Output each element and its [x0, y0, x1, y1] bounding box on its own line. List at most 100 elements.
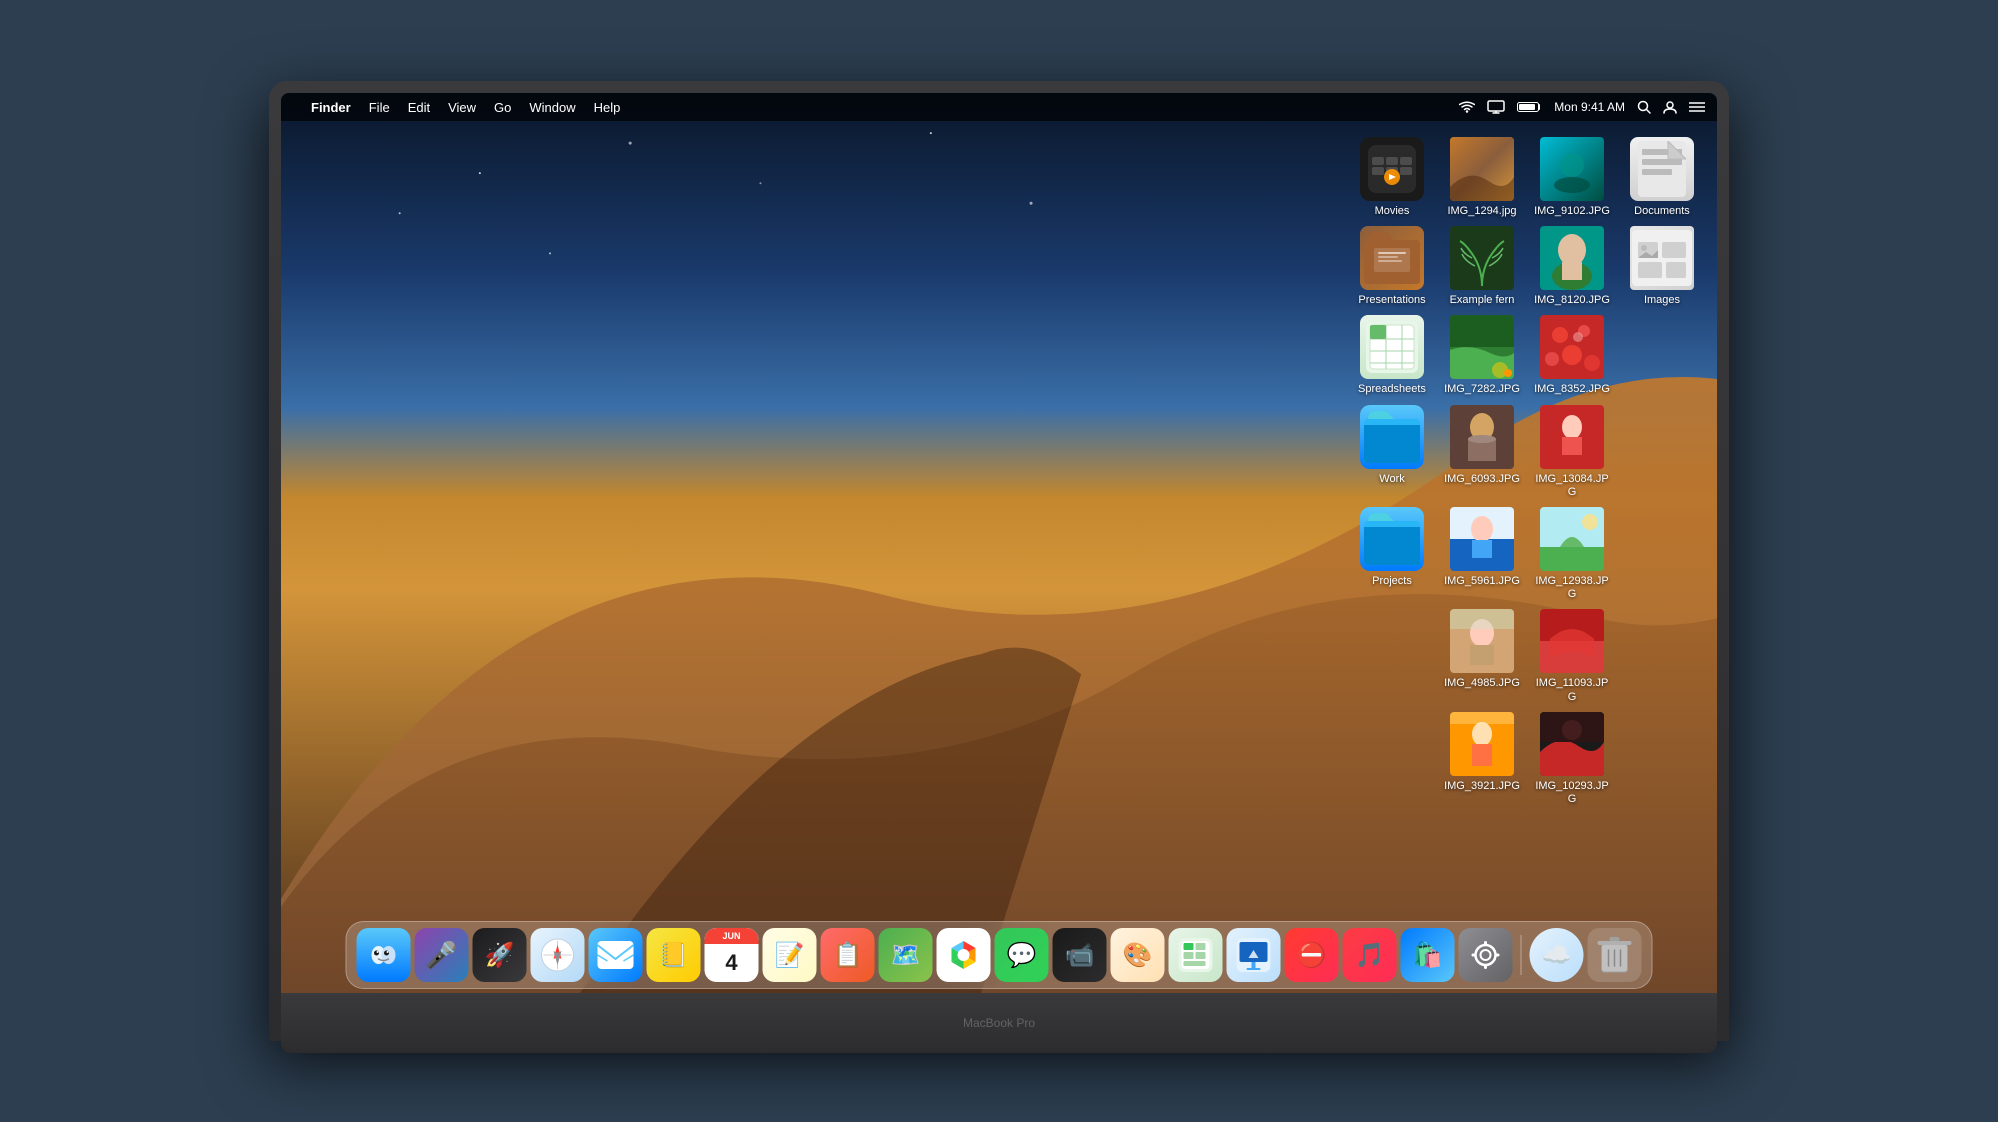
dock-item-taskheat[interactable]: 📋 [821, 928, 875, 982]
dock-item-icloud[interactable]: ☁️ [1530, 928, 1584, 982]
keynote-icon [1237, 938, 1271, 972]
search-icon[interactable] [1637, 100, 1651, 114]
dock-item-siri[interactable]: 🎤 [415, 928, 469, 982]
desktop-icon-spreadsheets[interactable]: Spreadsheets [1347, 311, 1437, 400]
menubar-right: Mon 9:41 AM [1459, 100, 1705, 114]
movies-folder-icon [1368, 145, 1416, 193]
desktop-icon-img7282[interactable]: IMG_7282.JPG [1437, 311, 1527, 400]
desktop-icon-img12938[interactable]: IMG_12938.JPG [1527, 503, 1617, 605]
dock-item-donotdisturb[interactable]: ⛔ [1285, 928, 1339, 982]
img1294-label: IMG_1294.jpg [1447, 205, 1516, 218]
projects-label: Projects [1372, 575, 1412, 588]
desktop[interactable]: Finder File Edit View Go Window Help [281, 93, 1717, 993]
menu-help[interactable]: Help [594, 100, 621, 115]
menu-window[interactable]: Window [529, 100, 575, 115]
img6093-label: IMG_6093.JPG [1444, 473, 1520, 486]
dock-item-calendar[interactable]: JUN 4 [705, 928, 759, 982]
img9102-label: IMG_9102.JPG [1534, 205, 1610, 218]
dock-item-stickies[interactable]: 📝 [763, 928, 817, 982]
desktop-icon-img4985[interactable]: IMG_4985.JPG [1437, 605, 1527, 707]
dock-item-appstore[interactable]: 🛍️ [1401, 928, 1455, 982]
desktop-icon-work[interactable]: Work [1347, 401, 1437, 503]
dock-item-safari[interactable] [531, 928, 585, 982]
img10293-thumbnail [1540, 712, 1604, 776]
dock-item-maps[interactable]: 🗺️ [879, 928, 933, 982]
user-icon[interactable] [1663, 100, 1677, 114]
desktop-icon-img6093[interactable]: IMG_6093.JPG [1437, 401, 1527, 503]
desktop-icon-documents[interactable]: Documents [1617, 133, 1707, 222]
documents-folder-icon [1638, 141, 1686, 197]
img6093-thumbnail [1450, 405, 1514, 469]
img9102-thumbnail [1540, 137, 1604, 201]
music-icon: 🎵 [1355, 941, 1385, 970]
desktop-icon-images[interactable]: Images [1617, 222, 1707, 311]
appstore-icon: 🛍️ [1413, 941, 1443, 970]
desktop-icon-img8352[interactable]: IMG_8352.JPG [1527, 311, 1617, 400]
spreadsheets-label: Spreadsheets [1358, 383, 1426, 396]
img8120-thumbnail [1540, 226, 1604, 290]
img8352-label: IMG_8352.JPG [1534, 383, 1610, 396]
img1294-thumbnail [1450, 137, 1514, 201]
freeform-icon: 🎨 [1123, 941, 1153, 970]
dock-item-freeform[interactable]: 🎨 [1111, 928, 1165, 982]
menu-view[interactable]: View [448, 100, 476, 115]
desktop-icon-movies[interactable]: Movies [1347, 133, 1437, 222]
dock-separator [1521, 935, 1522, 975]
desktop-icon-projects[interactable]: Projects [1347, 503, 1437, 605]
work-label: Work [1379, 473, 1404, 486]
mail-icon [598, 941, 634, 969]
img13084-thumbnail [1540, 405, 1604, 469]
messages-icon: 💬 [1007, 941, 1037, 970]
desktop-icon-img3921[interactable]: IMG_3921.JPG [1437, 708, 1527, 810]
dock-item-numbers[interactable] [1169, 928, 1223, 982]
documents-label: Documents [1634, 205, 1690, 218]
macbook-model-label: MacBook Pro [963, 1016, 1035, 1030]
dock-item-keynote[interactable] [1227, 928, 1281, 982]
taskheat-icon: 📋 [833, 941, 863, 970]
display-icon[interactable] [1487, 100, 1505, 114]
wifi-icon[interactable] [1459, 101, 1475, 113]
dock-item-mail[interactable] [589, 928, 643, 982]
desktop-icon-example-fern[interactable]: Example fern [1437, 222, 1527, 311]
menu-edit[interactable]: Edit [408, 100, 430, 115]
control-center-icon[interactable] [1689, 101, 1705, 113]
img4985-thumbnail [1450, 609, 1514, 673]
clock: Mon 9:41 AM [1554, 100, 1625, 114]
menu-go[interactable]: Go [494, 100, 511, 115]
dock-item-messages[interactable]: 💬 [995, 928, 1049, 982]
dock-item-systemprefs[interactable] [1459, 928, 1513, 982]
img11093-thumbnail [1540, 609, 1604, 673]
menu-finder[interactable]: Finder [311, 100, 351, 115]
photos-icon [946, 937, 982, 973]
screen-bezel: Finder File Edit View Go Window Help [281, 93, 1717, 993]
dock-item-finder[interactable] [357, 928, 411, 982]
desktop-icon-img10293[interactable]: IMG_10293.JPG [1527, 708, 1617, 810]
safari-icon [540, 937, 576, 973]
dock-item-notes[interactable]: 📒 [647, 928, 701, 982]
desktop-icons-area: Movies [1347, 133, 1707, 810]
desktop-icon-img5961[interactable]: IMG_5961.JPG [1437, 503, 1527, 605]
movies-label: Movies [1375, 205, 1410, 218]
laptop-frame: Finder File Edit View Go Window Help [0, 0, 1998, 1122]
desktop-icon-presentations[interactable]: Presentations [1347, 222, 1437, 311]
desktop-icon-img9102[interactable]: IMG_9102.JPG [1527, 133, 1617, 222]
dock-item-music[interactable]: 🎵 [1343, 928, 1397, 982]
dock-item-facetime[interactable]: 📹 [1053, 928, 1107, 982]
img5961-thumbnail [1450, 507, 1514, 571]
notes-icon: 📒 [659, 941, 689, 970]
work-folder-icon [1364, 411, 1420, 463]
dock-item-photos[interactable] [937, 928, 991, 982]
presentations-folder-icon [1364, 232, 1420, 284]
numbers-icon [1179, 938, 1213, 972]
menu-file[interactable]: File [369, 100, 390, 115]
desktop-icon-img1294[interactable]: IMG_1294.jpg [1437, 133, 1527, 222]
img5961-label: IMG_5961.JPG [1444, 575, 1520, 588]
icloud-icon: ☁️ [1542, 941, 1572, 970]
desktop-icon-img13084[interactable]: IMG_13084.JPG [1527, 401, 1617, 503]
img12938-thumbnail [1540, 507, 1604, 571]
desktop-icon-img8120[interactable]: IMG_8120.JPG [1527, 222, 1617, 311]
desktop-icon-img11093[interactable]: IMG_11093.JPG [1527, 605, 1617, 707]
dock-item-trash[interactable] [1588, 928, 1642, 982]
dock-item-launchpad[interactable]: 🚀 [473, 928, 527, 982]
calendar-icon: JUN 4 [705, 928, 759, 982]
